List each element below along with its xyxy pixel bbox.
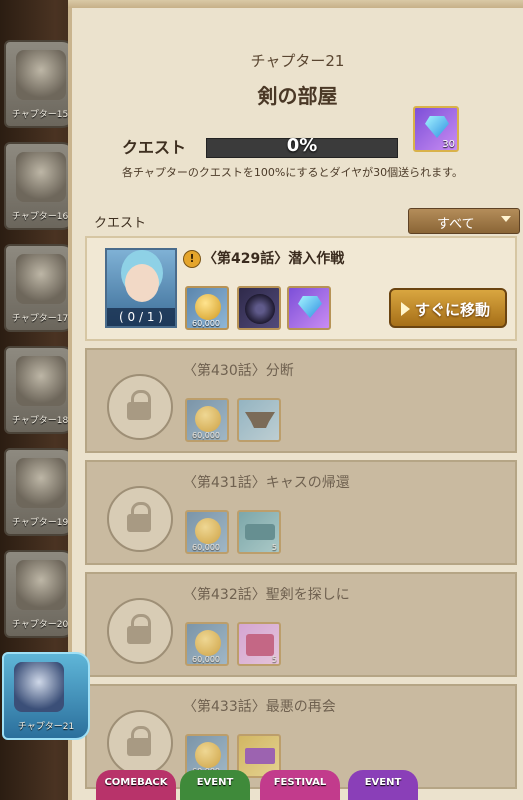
page-title: 剣の部屋 xyxy=(257,84,338,108)
quest-card-locked: 〈第431話〉キャスの帰還 60,000 5 xyxy=(85,460,517,565)
quest-progress: ( 0 / 1 ) xyxy=(107,308,175,326)
event-button-2[interactable]: EVENT xyxy=(348,770,418,800)
filter-selected: すべて xyxy=(437,217,475,232)
chapter-thumbnail xyxy=(16,356,66,406)
quest-title: 〈第432話〉聖剣を探しに xyxy=(183,587,350,603)
item-quantity: 60,000 xyxy=(192,655,220,664)
item-quantity: 60,000 xyxy=(192,431,220,440)
quest-card-locked: 〈第430話〉分断 60,000 xyxy=(85,348,517,453)
character-face xyxy=(125,264,159,302)
festival-label: FESTIVAL xyxy=(273,777,327,788)
diamond-icon xyxy=(425,116,449,138)
item-quantity: 60,000 xyxy=(192,319,220,328)
chevron-down-icon xyxy=(501,216,511,222)
reward-count: 30 xyxy=(442,139,455,150)
gold-coin-icon[interactable]: 60,000 xyxy=(185,286,229,330)
arrow-right-icon xyxy=(401,302,410,316)
item-quantity: 5 xyxy=(271,543,277,552)
event-label: EVENT xyxy=(196,777,234,788)
quest-title: 〈第429話〉潜入作戦 xyxy=(203,251,345,267)
alert-icon: ! xyxy=(183,250,201,268)
chapter-tab-16[interactable]: チャプター16 xyxy=(4,142,76,230)
chapter-heading: チャプター21 xyxy=(250,52,345,70)
scroll-icon[interactable]: 5 xyxy=(237,510,281,554)
treasure-box-icon[interactable]: 5 xyxy=(237,622,281,666)
item-quantity: 5 xyxy=(271,655,277,664)
festival-button[interactable]: FESTIVAL xyxy=(260,770,340,800)
progress-bar: 0% xyxy=(206,135,398,158)
chapter-thumbnail xyxy=(16,152,66,202)
filter-label: クエスト xyxy=(94,216,147,231)
go-now-label: すぐに移動 xyxy=(415,301,491,319)
chapter-tab-label: チャプター16 xyxy=(11,212,69,222)
diamond-icon[interactable] xyxy=(287,286,331,330)
lock-icon xyxy=(107,486,173,552)
quest-title: 〈第433話〉最悪の再会 xyxy=(183,699,336,715)
filter-dropdown[interactable]: すべて xyxy=(408,208,520,234)
chapter-tab-20[interactable]: チャプター20 xyxy=(4,550,76,638)
comeback-label: COMEBACK xyxy=(104,777,168,788)
gold-coin-icon[interactable]: 60,000 xyxy=(185,510,229,554)
chapter-thumbnail xyxy=(16,50,66,100)
chapter-tab-label: チャプター15 xyxy=(11,110,69,120)
event-label: EVENT xyxy=(364,777,402,788)
bottom-event-bar: COMEBACK EVENT FESTIVAL EVENT xyxy=(0,770,523,800)
chapter-tab-label: チャプター20 xyxy=(11,620,69,630)
chapter-thumbnail xyxy=(16,560,66,610)
quest-title: 〈第430話〉分断 xyxy=(183,363,294,379)
dark-orb-icon[interactable] xyxy=(237,286,281,330)
chapter-tab-21[interactable]: チャプター21 xyxy=(2,652,90,740)
comeback-button[interactable]: COMEBACK xyxy=(96,770,176,800)
chapter-tab-label: チャプター21 xyxy=(17,722,75,732)
event-button[interactable]: EVENT xyxy=(180,770,250,800)
lock-icon xyxy=(107,598,173,664)
progress-description: 各チャプターのクエストを100%にするとダイヤが30個送られます。 xyxy=(122,166,464,179)
gold-coin-icon[interactable]: 60,000 xyxy=(185,622,229,666)
chapter-thumbnail xyxy=(16,254,66,304)
chapter-tab-label: チャプター17 xyxy=(11,314,69,324)
completion-reward-diamond[interactable]: 30 xyxy=(413,106,459,152)
chapter-thumbnail xyxy=(14,662,64,712)
chapter-tab-18[interactable]: チャプター18 xyxy=(4,346,76,434)
lock-icon xyxy=(107,710,173,776)
chapter-tab-19[interactable]: チャプター19 xyxy=(4,448,76,536)
gold-coin-icon[interactable]: 60,000 xyxy=(185,398,229,442)
quest-card-locked: 〈第432話〉聖剣を探しに 60,000 5 xyxy=(85,572,517,677)
chapter-tab-17[interactable]: チャプター17 xyxy=(4,244,76,332)
quest-panel: チャプター21 剣の部屋 クエスト 0% 30 各チャプターのクエストを100%… xyxy=(68,8,523,800)
progress-percent: 0% xyxy=(286,135,318,156)
item-quantity: 60,000 xyxy=(192,543,220,552)
chapter-tab-label: チャプター18 xyxy=(11,416,69,426)
chapter-tab-15[interactable]: チャプター15 xyxy=(4,40,76,128)
anvil-icon[interactable] xyxy=(237,398,281,442)
chapter-thumbnail xyxy=(16,458,66,508)
quest-title: 〈第431話〉キャスの帰還 xyxy=(183,475,350,491)
go-now-button[interactable]: すぐに移動 xyxy=(389,288,507,328)
chapter-tab-label: チャプター19 xyxy=(11,518,69,528)
quest-card: ( 0 / 1 ) ! 〈第429話〉潜入作戦 60,000 すぐに移動 xyxy=(85,236,517,341)
character-portrait: ( 0 / 1 ) xyxy=(105,248,177,328)
progress-label: クエスト xyxy=(122,138,187,157)
lock-icon xyxy=(107,374,173,440)
